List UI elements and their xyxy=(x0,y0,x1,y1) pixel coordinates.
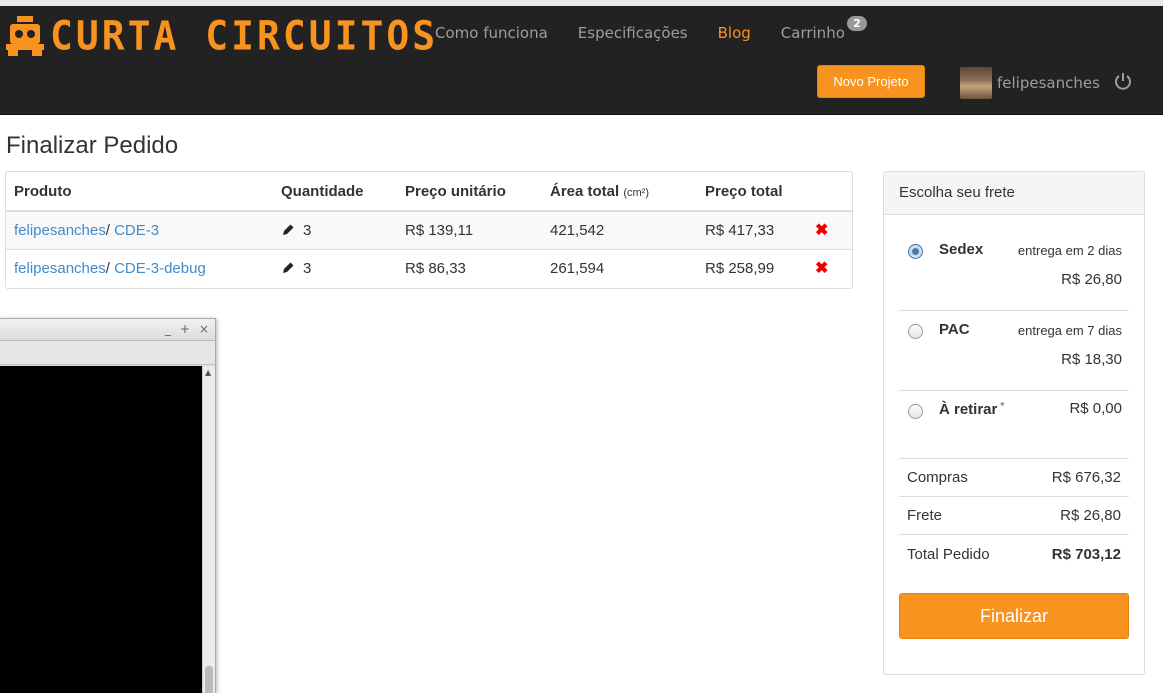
retirar-name: À retirar * xyxy=(939,401,1004,418)
nav-especificacoes[interactable]: Especificações xyxy=(578,24,688,42)
remove-cell: ✖ xyxy=(807,249,852,287)
unit-price-cell: R$ 139,11 xyxy=(397,211,542,250)
robot-logo-icon xyxy=(6,16,44,56)
shipping-title: Escolha seu frete xyxy=(884,172,1144,215)
power-icon[interactable] xyxy=(1112,70,1134,92)
quantity-value: 3 xyxy=(303,259,312,277)
scrollbar[interactable]: ▲ xyxy=(202,366,215,693)
nav-carrinho-label: Carrinho xyxy=(780,24,845,42)
overlay-window-toolbar xyxy=(0,341,215,365)
brand-name: CURTA CIRCUITOS xyxy=(50,12,439,60)
terminal-area[interactable] xyxy=(0,366,202,693)
pac-days: entrega em 7 dias xyxy=(1017,323,1122,338)
order-table: Produto Quantidade Preço unitário Área t… xyxy=(6,172,852,287)
quantity-cell: 3 xyxy=(273,211,397,250)
product-project-link[interactable]: CDE-3-debug xyxy=(114,260,206,277)
scroll-up-icon[interactable]: ▲ xyxy=(205,368,211,377)
user-menu[interactable]: felipesanches xyxy=(960,67,1100,99)
remove-icon[interactable]: ✖ xyxy=(815,260,828,277)
product-user-link[interactable]: felipesanches xyxy=(14,222,106,239)
nav-como-funciona[interactable]: Como funciona xyxy=(435,24,548,42)
new-project-button[interactable]: Novo Projeto xyxy=(817,65,925,98)
minimize-icon[interactable]: _ xyxy=(165,322,171,336)
window-controls: _ + × xyxy=(165,322,209,336)
main-nav: Como funciona Especificações Blog Carrin… xyxy=(435,16,867,42)
pac-price: R$ 18,30 xyxy=(1061,351,1122,368)
total-price-cell: R$ 417,33 xyxy=(697,211,807,250)
col-total: Preço total xyxy=(697,172,807,212)
navbar: CURTA CIRCUITOS Como funciona Especifica… xyxy=(0,6,1163,115)
avatar xyxy=(960,67,992,99)
pac-name: PAC xyxy=(939,321,970,338)
summary-total: Total Pedido R$ 703,12 xyxy=(899,535,1129,573)
sedex-radio[interactable] xyxy=(908,244,923,259)
cart-count-badge: 2 xyxy=(846,16,867,31)
scrollbar-thumb[interactable] xyxy=(205,666,213,693)
col-product: Produto xyxy=(6,172,273,212)
area-cell: 261,594 xyxy=(550,259,605,277)
area-cell: 421,542 xyxy=(542,211,697,250)
overlay-window-titlebar[interactable]: _ + × xyxy=(0,319,215,341)
product-cell: felipesanches/ CDE-3-debug xyxy=(6,249,273,287)
col-area-label: Área total xyxy=(550,182,620,200)
summary-compras: Compras R$ 676,32 xyxy=(899,459,1129,497)
sedex-price: R$ 26,80 xyxy=(1061,271,1122,288)
col-area: Área total (cm²) xyxy=(542,172,697,212)
summary-value: R$ 676,32 xyxy=(1051,469,1121,486)
brand-logo[interactable]: CURTA CIRCUITOS xyxy=(6,12,438,60)
product-project-link[interactable]: CDE-3 xyxy=(114,222,159,239)
col-quantity: Quantidade xyxy=(273,172,397,212)
nav-carrinho[interactable]: Carrinho 2 xyxy=(780,16,867,42)
shipping-option-pac[interactable]: PAC entrega em 7 dias R$ 18,30 xyxy=(899,311,1129,391)
table-row: felipesanches/ CDE-3 3 R$ 139,11 421,542… xyxy=(6,211,852,250)
product-user-link[interactable]: felipesanches xyxy=(14,260,106,277)
summary-label: Compras xyxy=(907,469,968,486)
sedex-days: entrega em 2 dias xyxy=(1017,243,1122,258)
retirar-price: R$ 0,00 xyxy=(1069,400,1122,417)
retirar-radio[interactable] xyxy=(908,404,923,419)
unit-price-cell: R$ 86,33 xyxy=(405,259,466,277)
order-table-panel: Produto Quantidade Preço unitário Área t… xyxy=(5,171,853,289)
remove-cell: ✖ xyxy=(807,211,852,250)
product-separator: / xyxy=(105,221,115,239)
shipping-panel: Escolha seu frete Sedex entrega em 2 dia… xyxy=(883,171,1145,675)
username: felipesanches xyxy=(997,74,1100,92)
pencil-icon[interactable] xyxy=(281,261,295,275)
retirar-label: À retirar xyxy=(939,401,998,418)
col-remove xyxy=(807,172,852,212)
product-separator: / xyxy=(105,259,115,277)
summary-value: R$ 703,12 xyxy=(1051,545,1121,563)
quantity-cell: 3 xyxy=(273,249,397,287)
table-row: felipesanches/ CDE-3-debug 3 R$ 86,33 26… xyxy=(6,249,852,287)
summary-frete: Frete R$ 26,80 xyxy=(899,497,1129,535)
summary-label: Frete xyxy=(907,507,943,524)
summary-value: R$ 26,80 xyxy=(1060,507,1121,524)
shipping-option-retirar[interactable]: À retirar * R$ 0,00 xyxy=(899,391,1129,459)
remove-icon[interactable]: ✖ xyxy=(815,222,828,239)
pac-radio[interactable] xyxy=(908,324,923,339)
overlay-window[interactable]: _ + × ▲ xyxy=(0,318,216,693)
close-icon[interactable]: × xyxy=(199,322,209,336)
pencil-icon[interactable] xyxy=(281,223,295,237)
col-unit-price: Preço unitário xyxy=(397,172,542,212)
summary-label: Total Pedido xyxy=(907,545,990,563)
maximize-icon[interactable]: + xyxy=(180,322,190,336)
finalize-button[interactable]: Finalizar xyxy=(899,593,1129,639)
table-header-row: Produto Quantidade Preço unitário Área t… xyxy=(6,172,852,212)
page-title: Finalizar Pedido xyxy=(6,132,179,159)
product-cell: felipesanches/ CDE-3 xyxy=(6,211,273,250)
total-price-cell: R$ 258,99 xyxy=(705,259,775,277)
shipping-option-sedex[interactable]: Sedex entrega em 2 dias R$ 26,80 xyxy=(899,231,1129,311)
nav-blog[interactable]: Blog xyxy=(718,24,751,42)
col-area-unit: (cm²) xyxy=(623,186,650,199)
retirar-asterisk: * xyxy=(1000,401,1005,412)
sedex-name: Sedex xyxy=(939,241,984,258)
quantity-value: 3 xyxy=(303,221,312,239)
